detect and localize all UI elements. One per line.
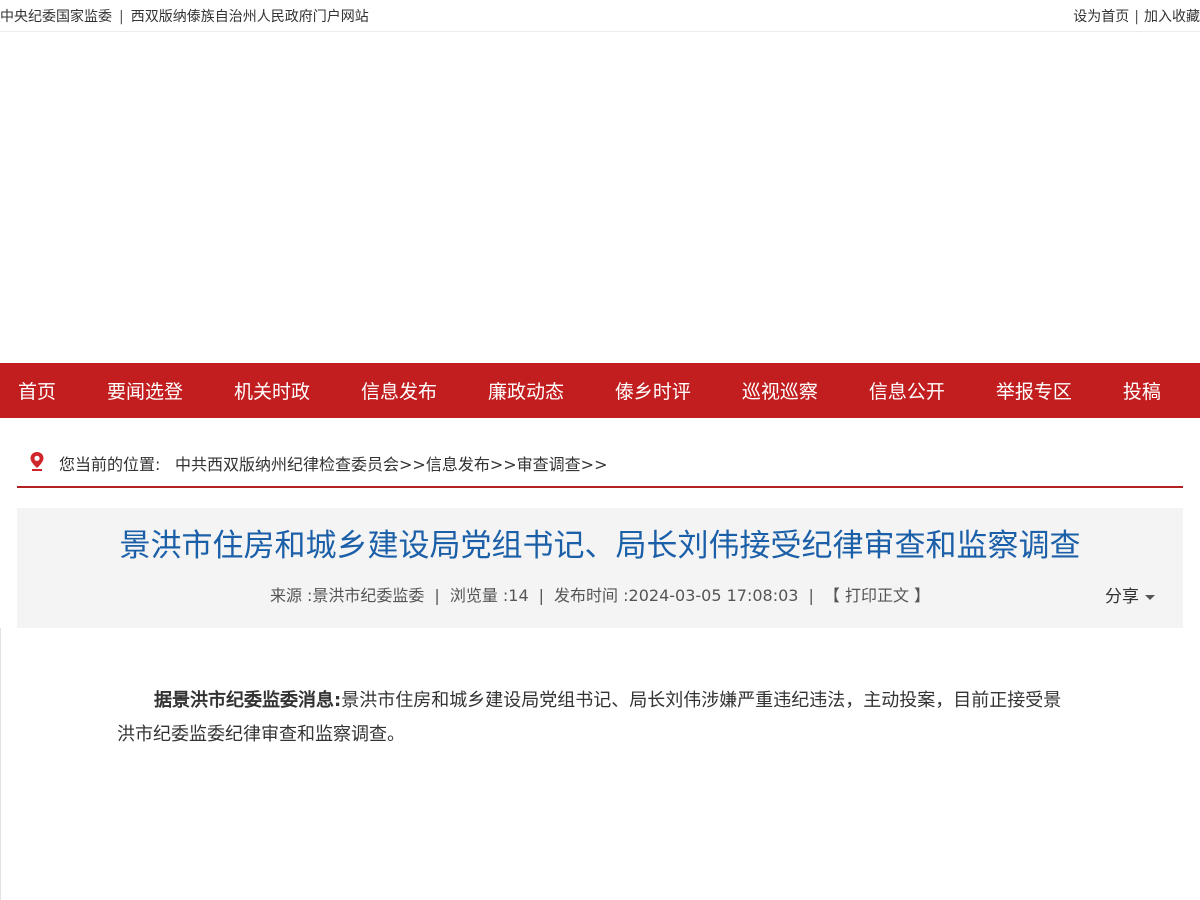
print-article-button[interactable]: 【 打印正文 】	[824, 586, 930, 605]
top-links-left: 中央纪委国家监委 | 西双版纳傣族自治州人民政府门户网站	[0, 6, 369, 26]
top-links-right: 设为首页 | 加入收藏	[1073, 6, 1200, 26]
breadcrumb-trail: 中共西双版纳州纪律检查委员会>>信息发布>>审查调查>>	[175, 451, 607, 475]
article-paragraph: 据景洪市纪委监委消息:景洪市住房和城乡建设局党组书记、局长刘伟涉嫌严重违纪违法，…	[117, 684, 1077, 752]
meta-separator: |	[538, 586, 545, 605]
article-meta: 来源 :景洪市纪委监委 | 浏览量 :14 | 发布时间 :2024-03-05 17:…	[17, 582, 1183, 606]
nav-item-agency-affairs[interactable]: 机关时政	[234, 377, 310, 404]
link-prefecture-gov[interactable]: 西双版纳傣族自治州人民政府门户网站	[131, 9, 369, 25]
article-publish-time: 发布时间 :2024-03-05 17:08:03	[554, 586, 799, 605]
top-separator: |	[119, 9, 124, 25]
breadcrumb-separator: >>	[580, 455, 608, 474]
page-border	[0, 628, 1, 900]
nav-item-commentary[interactable]: 傣乡时评	[615, 377, 691, 404]
breadcrumb-item-commission[interactable]: 中共西双版纳州纪律检查委员会	[175, 455, 399, 474]
nav-item-disclosure[interactable]: 信息公开	[869, 377, 945, 404]
header-banner	[0, 33, 1200, 363]
set-home-link[interactable]: 设为首页	[1073, 9, 1129, 25]
nav-item-inspection[interactable]: 巡视巡察	[742, 377, 818, 404]
meta-separator: |	[434, 586, 440, 605]
breadcrumb: 您当前的位置: 中共西双版纳州纪律检查委员会>>信息发布>>审查调查>>	[17, 440, 1183, 488]
nav-item-submit[interactable]: 投稿	[1123, 377, 1161, 404]
breadcrumb-item-info-release[interactable]: 信息发布	[426, 455, 490, 474]
nav-item-integrity-news[interactable]: 廉政动态	[488, 377, 564, 404]
article-header: 景洪市住房和城乡建设局党组书记、局长刘伟接受纪律审查和监察调查 来源 :景洪市纪…	[17, 508, 1183, 628]
nav-item-report-zone[interactable]: 举报专区	[996, 377, 1072, 404]
map-pin-icon	[30, 452, 44, 471]
main-nav: 首页 要闻选登 机关时政 信息发布 廉政动态 傣乡时评 巡视巡察 信息公开 举报…	[0, 363, 1200, 418]
article-source: 来源 :景洪市纪委监委	[269, 586, 425, 605]
top-bar: 中央纪委国家监委 | 西双版纳傣族自治州人民政府门户网站 设为首页 | 加入收藏	[0, 0, 1200, 32]
link-ccdi[interactable]: 中央纪委国家监委	[0, 9, 112, 25]
share-button[interactable]: 分享	[1105, 582, 1155, 607]
nav-item-news-selection[interactable]: 要闻选登	[107, 377, 183, 404]
article-body: 据景洪市纪委监委消息:景洪市住房和城乡建设局党组书记、局长刘伟涉嫌严重违纪违法，…	[117, 684, 1077, 752]
article-views: 浏览量 :14	[449, 586, 529, 605]
caret-down-icon	[1145, 594, 1155, 600]
breadcrumb-separator: >>	[399, 455, 426, 474]
article-lead: 据景洪市纪委监委消息:	[154, 690, 342, 711]
meta-separator: |	[808, 586, 814, 605]
breadcrumb-item-investigation[interactable]: 审查调查	[517, 455, 581, 474]
nav-item-info-release[interactable]: 信息发布	[361, 377, 437, 404]
breadcrumb-label: 您当前的位置:	[59, 455, 161, 474]
nav-item-home[interactable]: 首页	[18, 377, 56, 404]
top-right-separator: |	[1134, 9, 1139, 25]
share-label: 分享	[1105, 587, 1139, 607]
add-favorite-link[interactable]: 加入收藏	[1144, 9, 1200, 25]
article-title: 景洪市住房和城乡建设局党组书记、局长刘伟接受纪律审查和监察调查	[119, 528, 1081, 564]
breadcrumb-separator: >>	[489, 455, 517, 474]
